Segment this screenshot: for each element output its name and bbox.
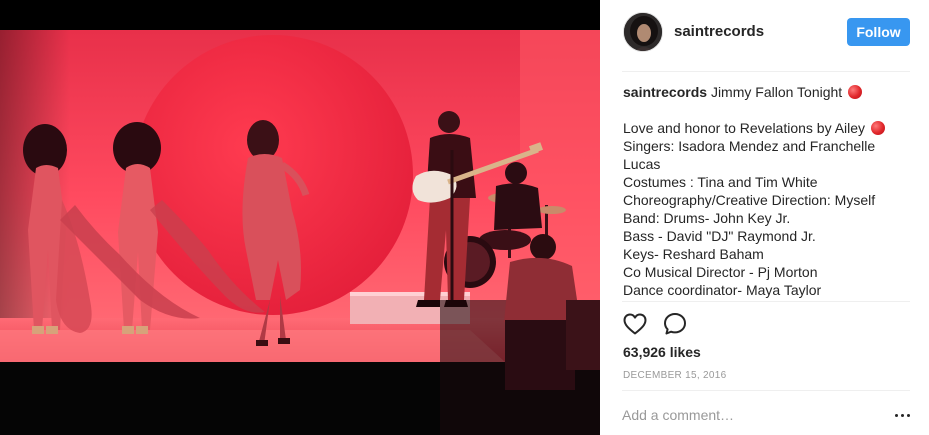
caption-line: Keys- Reshard Baham [623,246,764,262]
red-circle-emoji [848,85,863,99]
caption-username-link[interactable]: saintrecords [623,84,707,100]
post-caption: saintrecords Jimmy Fallon Tonight Love a… [623,83,910,298]
caption-headline: saintrecords Jimmy Fallon Tonight [623,83,910,101]
red-circle-emoji [870,121,885,135]
caption-headline-text: Jimmy Fallon Tonight [710,84,843,100]
divider [622,390,910,391]
likes-count[interactable]: 63,926 likes [623,344,701,360]
ellipsis-dot [900,413,904,417]
comment-input[interactable] [622,404,872,426]
caption-line-text: Love and honor to Revelations by Ailey [623,120,866,136]
caption-line: Dance coordinator- Maya Taylor [623,282,822,298]
heart-outline-icon[interactable] [622,311,648,337]
caption-line: Band: Drums- John Key Jr. [623,210,791,226]
post-detail-panel: saintrecords Follow saintrecords Jimmy F… [600,0,929,435]
divider [622,71,910,72]
follow-button[interactable]: Follow [847,18,910,46]
ellipsis-icon[interactable] [890,404,914,426]
post-header: saintrecords Follow [600,0,929,72]
ellipsis-dot [894,413,898,417]
ellipsis-dot [906,413,910,417]
speech-bubble-icon[interactable] [662,311,688,337]
avatar[interactable] [623,12,663,52]
caption-line: Co Musical Director - Pj Morton [623,264,818,280]
caption-line: Costumes : Tina and Tim White [623,174,818,190]
caption-line: Love and honor to Revelations by Ailey [623,119,910,137]
post-date[interactable]: DECEMBER 15, 2016 [623,370,726,381]
caption-line: Choreography/Creative Direction: Myself [623,192,876,208]
caption-line: Bass - David "DJ" Raymond Jr. [623,228,816,244]
divider [622,301,910,302]
caption-line: Singers: Isadora Mendez and Franchelle L… [623,138,876,172]
username-link[interactable]: saintrecords [674,23,764,40]
post-photo[interactable] [0,0,600,435]
